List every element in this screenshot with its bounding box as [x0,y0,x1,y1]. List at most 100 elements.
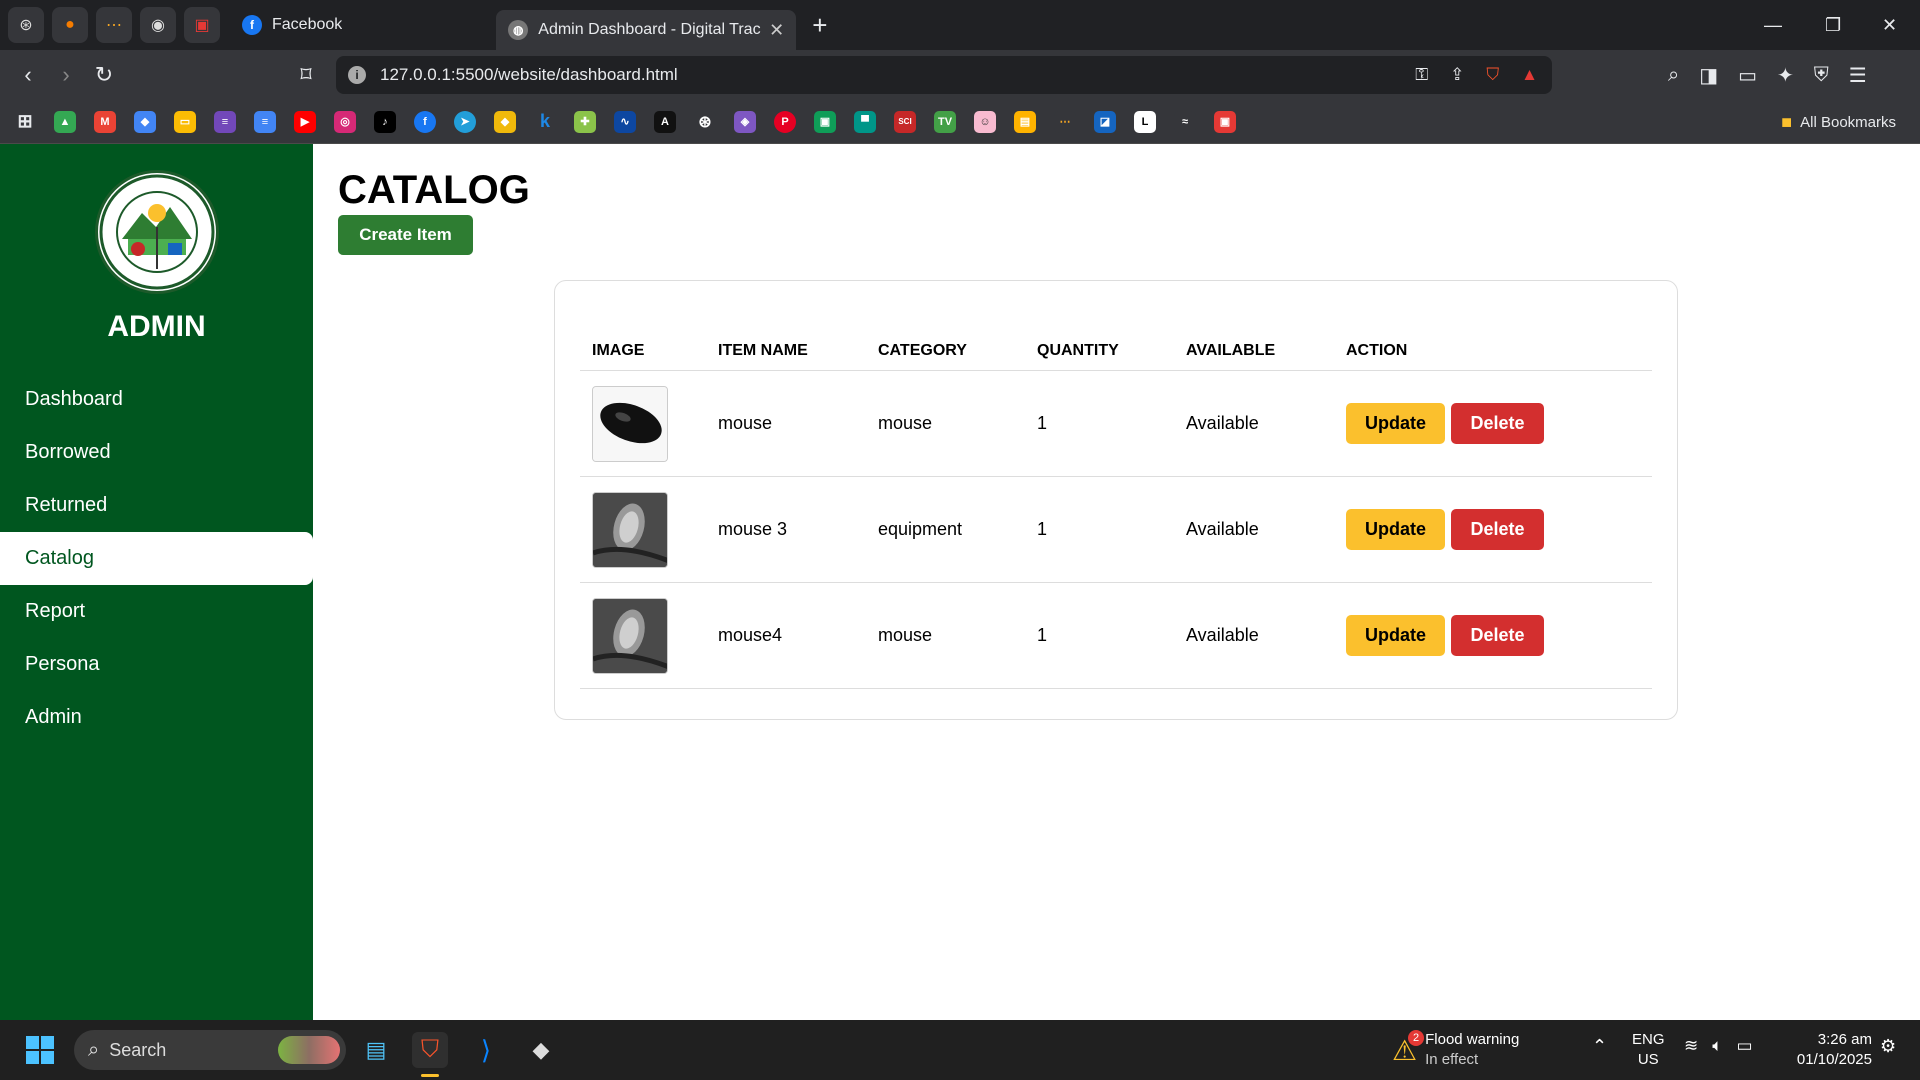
classroom-icon[interactable]: ◆ [134,110,156,133]
leo-ai-icon[interactable]: ✦ [1777,63,1794,88]
sidebar-item-dashboard[interactable]: Dashboard [0,373,313,426]
youtube-icon[interactable]: ▶ [294,110,316,133]
slides-icon[interactable]: ▭ [174,110,196,133]
tiktok-icon[interactable]: ♪ [374,110,396,133]
system-tray[interactable]: ≋ 🔈︎ ▭ [1684,1036,1753,1056]
pinterest-icon[interactable]: P [774,110,796,133]
table-header: IMAGE ITEM NAME CATEGORY QUANTITY AVAILA… [580,331,1652,371]
delete-button[interactable]: Delete [1451,615,1544,656]
news-app-icon[interactable]: ▤ [1014,110,1036,133]
site-info-icon[interactable]: i [348,66,366,84]
tab-title: Facebook [272,16,343,33]
brave-taskbar-icon[interactable]: ⛉ [412,1032,448,1068]
wave-app-icon[interactable]: ≈ [1174,110,1196,133]
brave-rewards-icon[interactable]: ▲ [1521,65,1538,85]
pinned-tab-chatgpt-icon[interactable]: ⊛ [8,7,44,43]
update-button[interactable]: Update [1346,403,1445,444]
column-header-available: AVAILABLE [1186,341,1276,359]
red-app-icon[interactable]: ▣ [1214,110,1236,133]
weather-subtitle: In effect [1425,1051,1479,1068]
roblox-icon[interactable]: ◆ [523,1032,559,1068]
reload-icon[interactable]: ↻ [86,62,122,88]
browser-tab-bar: ⊛ ● ⋯ ◉ ▣ f Facebook ◍ Admin Dashboard -… [0,0,1920,50]
new-tab-icon[interactable]: + [812,10,827,41]
language-indicator[interactable]: ENG US [1632,1030,1665,1070]
forms-icon[interactable]: ≡ [214,110,236,133]
notification-icon[interactable]: ⚙ [1880,1036,1896,1057]
sidebar-item-returned[interactable]: Returned [0,479,313,532]
sci-hub-icon[interactable]: SCI [894,110,916,133]
tab-admin-dashboard[interactable]: ◍ Admin Dashboard - Digital Track ✕ [496,10,797,50]
url-text: 127.0.0.1:5500/website/dashboard.html [380,65,678,84]
pinned-tab-app-icon[interactable]: ▣ [184,7,220,43]
sidebar-item-report[interactable]: Report [0,585,313,638]
binance-icon[interactable]: ◆ [494,110,516,133]
k-app-icon[interactable]: k [534,110,556,133]
wallet-icon[interactable]: ▭ [1738,63,1757,88]
taskbar-search[interactable]: ⌕ Search [74,1030,346,1070]
openai-icon[interactable]: ⊛ [694,110,716,133]
code-app-icon[interactable]: A [654,110,676,133]
pinned-tab-dots-icon[interactable]: ⋯ [96,7,132,43]
gmail-icon[interactable]: M [94,110,116,133]
telegram-icon[interactable]: ➤ [454,110,476,133]
weather-title: Flood warning [1425,1031,1520,1048]
bookmark-icon[interactable]: ⌑ [288,62,324,88]
apps-grid-icon[interactable]: ⊞ [14,111,36,133]
create-item-button[interactable]: Create Item [338,215,473,255]
docs-icon[interactable]: ≡ [254,110,276,133]
minimize-icon[interactable]: — [1764,0,1782,50]
search-label: Search [109,1039,167,1060]
square-app-icon[interactable]: ◪ [1094,110,1116,133]
copilot-icon[interactable]: ◈ [734,110,756,133]
notepad-icon[interactable]: ▤ [358,1032,394,1068]
catalog-table: IMAGE ITEM NAME CATEGORY QUANTITY AVAILA… [580,331,1652,689]
brave-shield-icon[interactable]: ⛉ [1486,65,1499,85]
update-button[interactable]: Update [1346,509,1445,550]
clock[interactable]: 3:26 am 01/10/2025 [1780,1030,1872,1070]
chevron-up-icon[interactable]: ⌃ [1592,1036,1607,1057]
tab-facebook[interactable]: f Facebook [230,6,354,44]
android-icon[interactable]: ▣ [814,110,836,133]
address-bar[interactable]: i 127.0.0.1:5500/website/dashboard.html … [336,56,1552,94]
l-app-icon[interactable]: L [1134,110,1156,133]
menu-icon[interactable]: ☰ [1849,63,1867,88]
sidebar-item-admin[interactable]: Admin [0,691,313,744]
update-button[interactable]: Update [1346,615,1445,656]
delete-button[interactable]: Delete [1451,403,1544,444]
reader-icon[interactable]: ⌕ [1668,64,1679,87]
facebook-bookmark-icon[interactable]: f [414,110,436,133]
item-category: equipment [878,519,963,539]
close-window-icon[interactable]: ✕ [1882,0,1897,50]
sidebar-toggle-icon[interactable]: ◨ [1699,63,1718,88]
sidebar-item-catalog[interactable]: Catalog [0,532,313,585]
restore-icon[interactable]: ❐ [1825,0,1841,50]
chart-app-icon[interactable]: ∿ [614,110,636,133]
mouse-photo-dark [592,491,668,568]
windows-start-icon[interactable] [22,1032,58,1068]
delete-button[interactable]: Delete [1451,509,1544,550]
all-bookmarks-button[interactable]: ■ All Bookmarks [1781,100,1896,144]
puzzle-icon[interactable]: ✚ [574,110,596,133]
forward-icon[interactable]: › [48,62,84,88]
vscode-icon[interactable]: ⟩ [468,1032,504,1068]
sidebar-item-persona[interactable]: Persona [0,638,313,691]
back-icon[interactable]: ‹ [10,62,46,88]
pinned-tab-github-icon[interactable]: ◉ [140,7,176,43]
page-title: CATALOG [338,168,530,212]
university-seal-logo [95,170,219,294]
item-available: Available [1186,519,1259,539]
instagram-icon[interactable]: ◎ [334,110,356,133]
pinned-tab-fire-icon[interactable]: ● [52,7,88,43]
share-icon[interactable]: ⇪ [1450,65,1464,85]
dots-app-icon[interactable]: ⋯ [1054,110,1076,133]
vpn-icon[interactable]: ⛨ [1814,64,1829,87]
tv-app-icon[interactable]: TV [934,110,956,133]
close-tab-icon[interactable]: ✕ [769,20,784,41]
weather-widget[interactable]: ⚠ 2 Flood warning In effect [1392,1028,1562,1072]
education-icon[interactable]: ▀ [854,110,876,133]
key-icon[interactable]: ⚿ [1415,65,1428,85]
drive-icon[interactable]: ▲ [54,110,76,133]
sidebar-item-borrowed[interactable]: Borrowed [0,426,313,479]
avatar-app-icon[interactable]: ☺ [974,110,996,133]
